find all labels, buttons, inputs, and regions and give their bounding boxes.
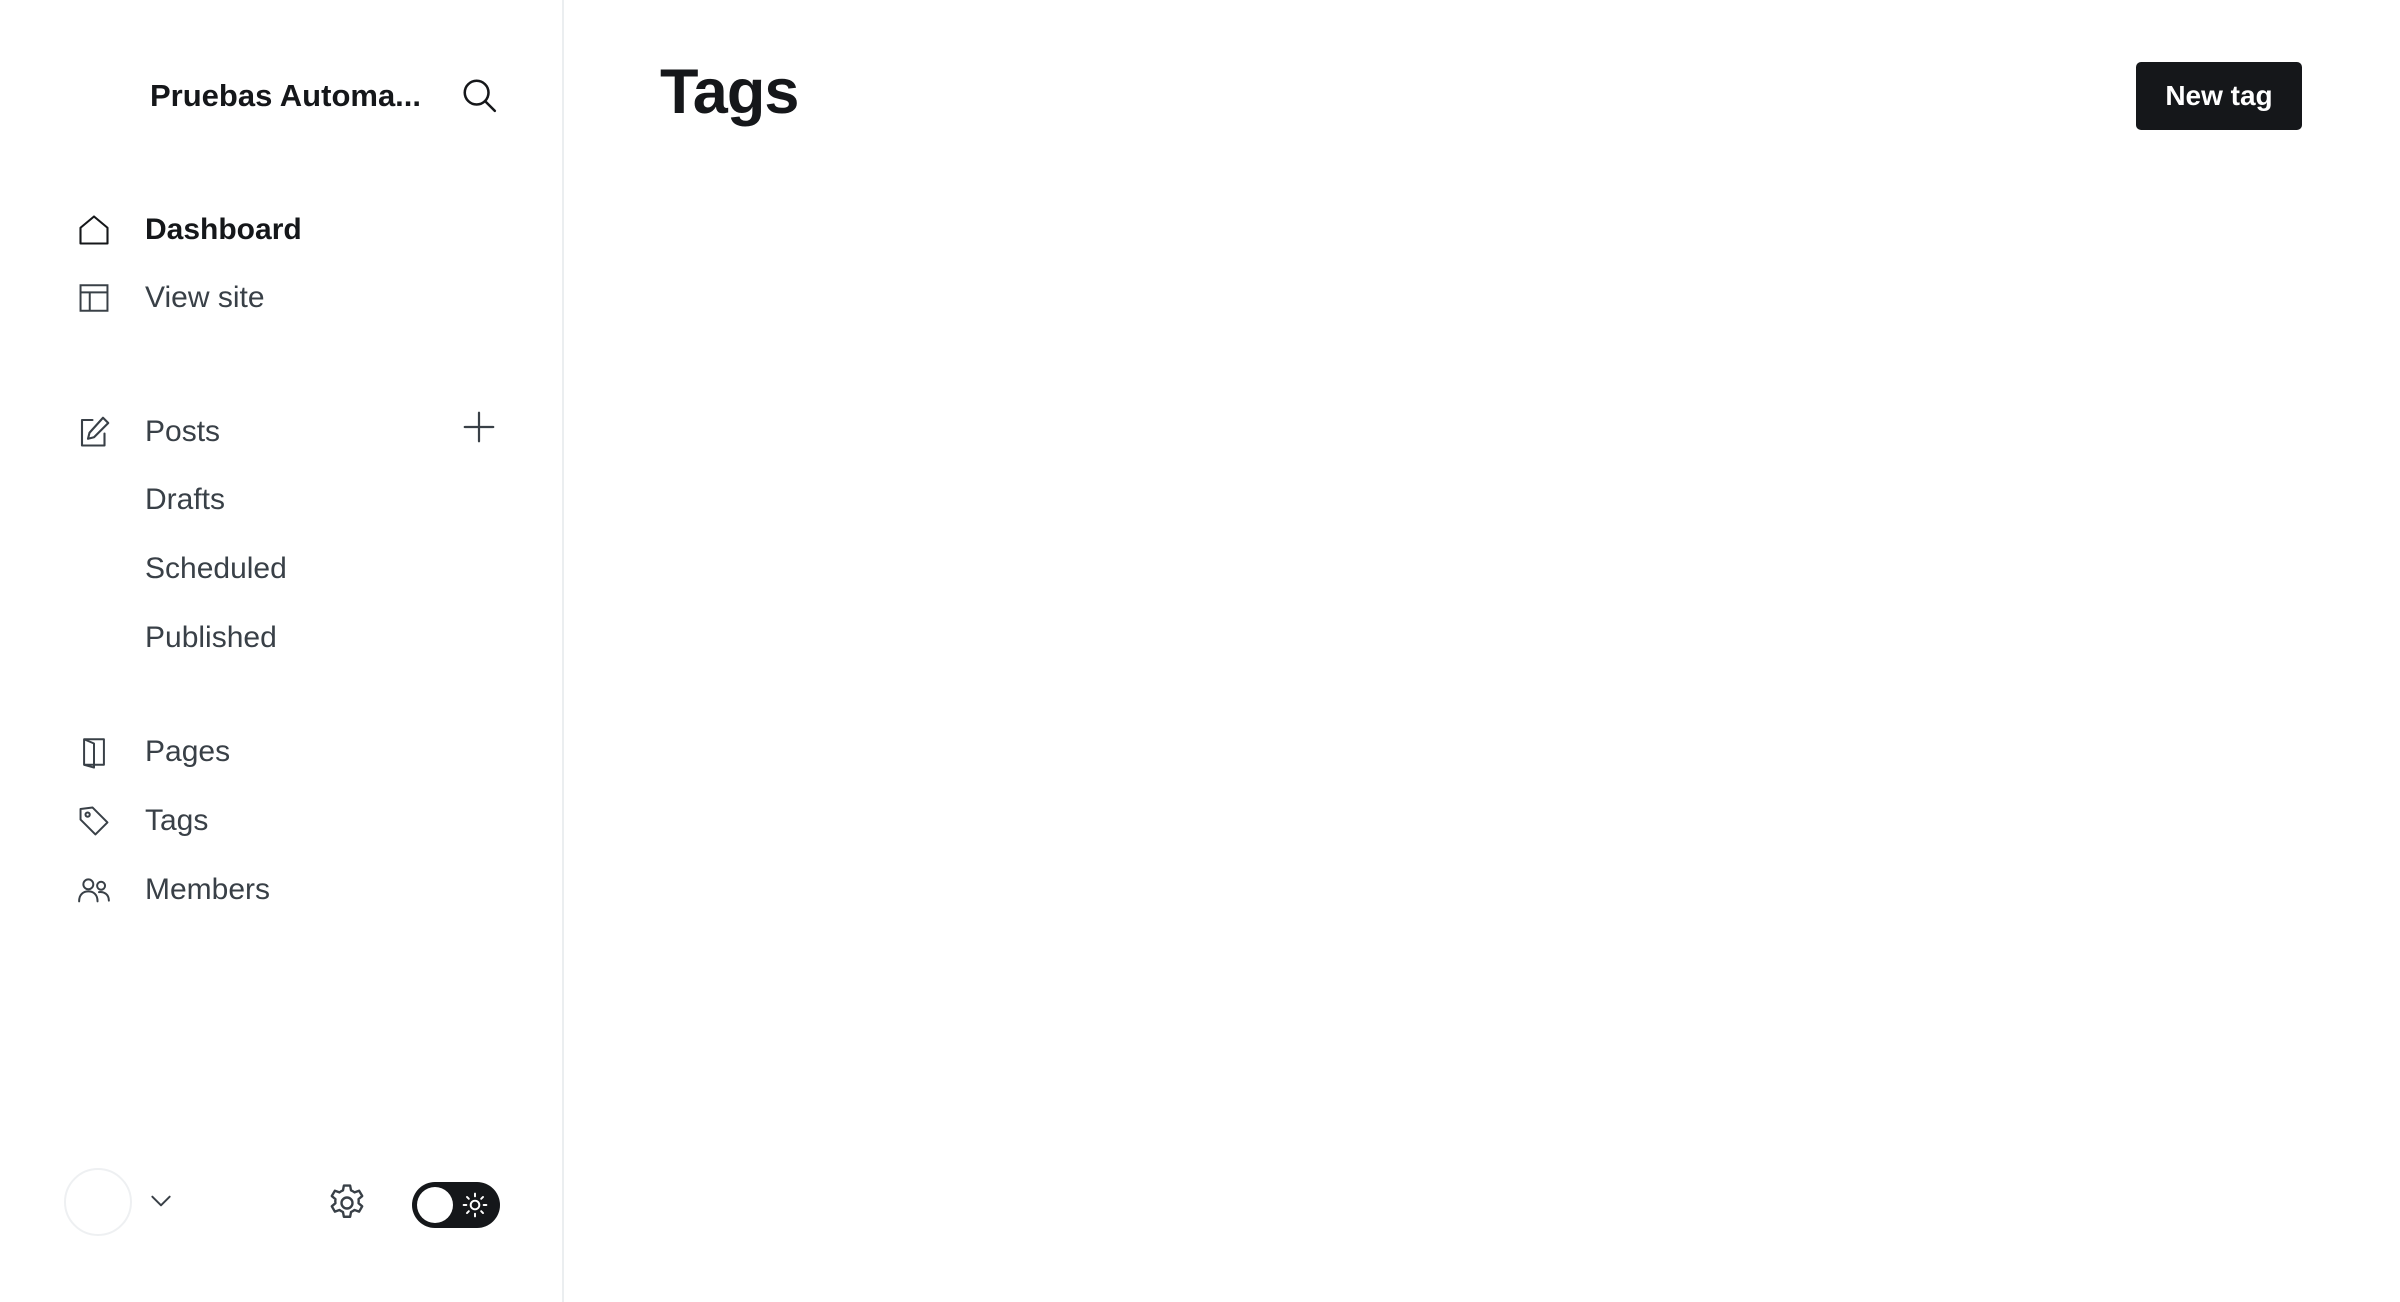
- layout-icon: [64, 268, 124, 328]
- sidebar-item-label: Dashboard: [145, 213, 302, 246]
- sidebar-item-label: Members: [145, 873, 271, 906]
- plus-icon: [463, 411, 495, 443]
- user-menu-toggle[interactable]: [146, 1186, 176, 1216]
- home-icon: [64, 200, 124, 260]
- sidebar: Pruebas Automa... Dashboard View site Po…: [0, 0, 564, 1302]
- sidebar-item-pages[interactable]: Pages: [64, 722, 504, 782]
- sidebar-subitem-drafts[interactable]: Drafts: [145, 472, 225, 528]
- sidebar-subitem-published[interactable]: Published: [145, 610, 277, 666]
- sidebar-item-posts[interactable]: Posts: [64, 402, 444, 462]
- sun-icon: [462, 1192, 488, 1218]
- site-title[interactable]: Pruebas Automa...: [150, 76, 426, 116]
- sidebar-subitem-scheduled[interactable]: Scheduled: [145, 541, 287, 597]
- edit-icon: [64, 402, 124, 462]
- sidebar-item-view-site[interactable]: View site: [64, 268, 504, 328]
- sidebar-item-label: Pages: [145, 735, 231, 768]
- search-icon: [463, 79, 497, 113]
- members-icon: [64, 860, 124, 920]
- sidebar-item-tags[interactable]: Tags: [64, 791, 504, 851]
- toggle-knob: [417, 1187, 453, 1223]
- page-icon: [64, 722, 124, 782]
- gear-icon: [330, 1184, 364, 1218]
- sidebar-item-members[interactable]: Members: [64, 860, 504, 920]
- main-content: Tags New tag: [566, 0, 2400, 1302]
- chevron-down-icon: [151, 1195, 171, 1207]
- settings-button[interactable]: [324, 1180, 370, 1226]
- new-tag-button[interactable]: New tag: [2136, 62, 2302, 130]
- theme-toggle[interactable]: [412, 1182, 500, 1228]
- add-post-button[interactable]: [456, 404, 502, 450]
- app-window: Pruebas Automa... Dashboard View site Po…: [0, 0, 2400, 1302]
- search-button[interactable]: [456, 72, 502, 118]
- sidebar-item-label: Tags: [145, 804, 209, 837]
- user-avatar[interactable]: [64, 1168, 132, 1236]
- sidebar-item-label: Posts: [145, 415, 221, 448]
- sidebar-item-dashboard[interactable]: Dashboard: [64, 200, 504, 260]
- sidebar-item-label: View site: [145, 281, 265, 314]
- tag-icon: [64, 791, 124, 851]
- page-title: Tags: [660, 57, 799, 127]
